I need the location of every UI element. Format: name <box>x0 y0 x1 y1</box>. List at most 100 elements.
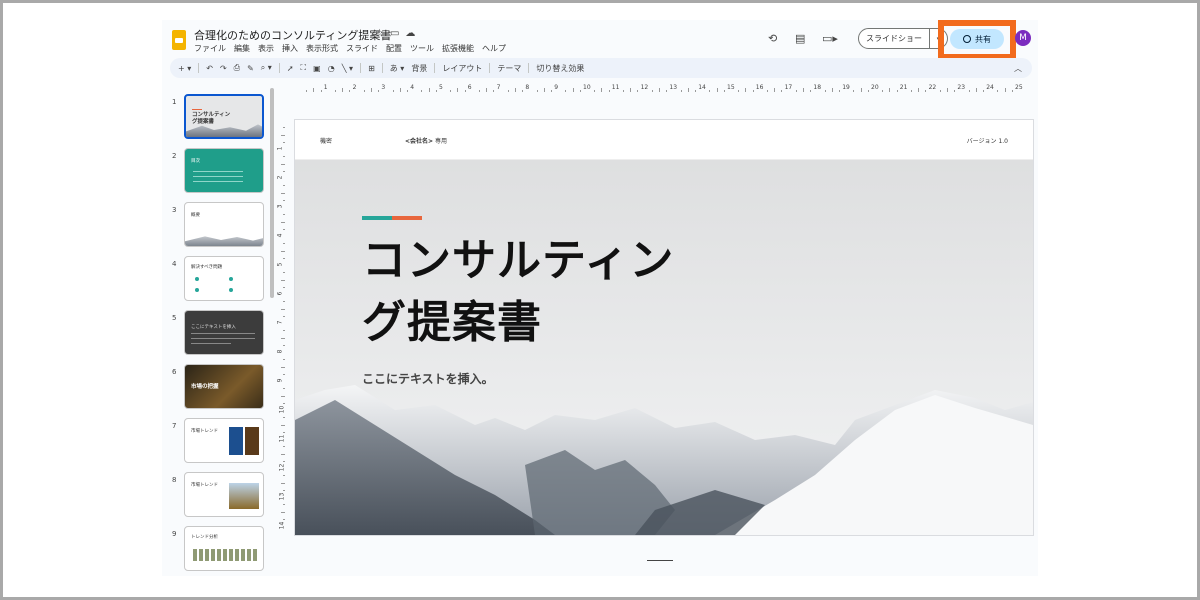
menu-tools[interactable]: ツール <box>410 43 434 54</box>
thumb-preview[interactable]: 目次 <box>184 148 264 193</box>
mountain-image[interactable] <box>295 380 1033 535</box>
thumb-image <box>229 483 259 509</box>
thumb-preview[interactable]: 概要 <box>184 202 264 247</box>
ruler-tick <box>651 90 653 92</box>
shape-icon[interactable]: ◔ <box>328 64 335 73</box>
slideshow-button[interactable]: スライドショー <box>858 28 930 49</box>
ruler-h-label: 15 <box>727 84 735 91</box>
line-icon[interactable]: ╲ ▾ <box>342 64 353 73</box>
ruler-v-label: 4 <box>276 233 284 238</box>
slide-thumbnail-3[interactable]: 3 概要 <box>162 202 272 250</box>
ruler-h-label: 6 <box>467 84 472 91</box>
ruler-tick <box>1004 88 1006 92</box>
ruler-tick <box>925 90 927 92</box>
ruler-tick <box>839 90 840 92</box>
document-title[interactable]: 合理化のためのコンソルティング提案書 <box>194 27 391 43</box>
menu-view[interactable]: 表示 <box>258 43 274 54</box>
slide-title-line-1: コンサルティン <box>362 235 675 286</box>
thumb-preview[interactable]: 市場の把握 <box>184 364 264 409</box>
folder-icon[interactable]: ▭ <box>390 28 399 39</box>
accent-bar <box>362 216 422 220</box>
comment-add-icon[interactable]: ⊞ <box>368 64 375 73</box>
speaker-notes-handle[interactable] <box>647 560 673 561</box>
layout-button[interactable]: レイアウト <box>442 63 482 74</box>
slide-canvas[interactable]: 機密 <会社名> 専用 バージョン 1.0 コンサルティン グ提案書 ここにテキ… <box>295 120 1033 535</box>
thumb-preview[interactable]: 市場トレンド <box>184 418 264 463</box>
redo-icon[interactable]: ↷ <box>220 64 227 73</box>
confidential-label[interactable]: 機密 <box>320 136 332 145</box>
ruler-tick <box>399 88 401 92</box>
ruler-tick <box>283 156 285 158</box>
slide-thumbnail-8[interactable]: 8 市場トレンド <box>162 472 272 520</box>
slide-title[interactable]: コンサルティン グ提案書 <box>362 230 762 354</box>
ruler-v-label: 13 <box>278 492 286 501</box>
horizontal-ruler[interactable]: 1 2 3 4 5 6 7 8 9 10 11 12 13 14 15 16 17 18 19 20 21 22 23 24 2… <box>286 83 1032 93</box>
ruler-tick <box>623 90 624 92</box>
ruler-h-label: 12 <box>640 84 649 91</box>
slide-thumbnail-1[interactable]: 1 コンサルティング提案書 <box>162 94 272 142</box>
background-button[interactable]: 背景 <box>411 63 427 74</box>
slides-logo-icon[interactable] <box>172 30 186 50</box>
share-label: 共有 <box>975 34 991 44</box>
ruler-h-label: 7 <box>496 84 501 91</box>
thumb-number: 6 <box>172 368 177 376</box>
slide-thumbnail-2[interactable]: 2 目次 <box>162 148 272 196</box>
slide-thumbnail-9[interactable]: 9 トレンド分析 <box>162 526 272 574</box>
frame-select-icon[interactable]: ⛶ <box>301 63 307 73</box>
share-button[interactable]: 共有 <box>950 29 1004 49</box>
slide-thumbnail-5[interactable]: 5 ここにテキストを挿入 <box>162 310 272 358</box>
thumb-preview[interactable]: コンサルティング提案書 <box>184 94 264 139</box>
thumb-number: 1 <box>172 98 177 106</box>
collapse-menu-icon[interactable]: ︿ <box>1014 63 1022 74</box>
version-label[interactable]: バージョン 1.0 <box>967 136 1008 145</box>
thumb-preview[interactable]: ここにテキストを挿入 <box>184 310 264 355</box>
slide-thumbnail-7[interactable]: 7 市場トレンド <box>162 418 272 466</box>
video-call-icon[interactable]: ▭▸ <box>822 32 838 45</box>
new-slide-icon[interactable]: + ▾ <box>178 64 191 73</box>
image-icon[interactable]: ▣ <box>313 64 321 73</box>
undo-icon[interactable]: ↶ <box>206 64 213 73</box>
theme-button[interactable]: テーマ <box>497 63 521 74</box>
vertical-ruler[interactable]: 1 2 3 4 5 6 7 8 9 10 11 12 13 14 <box>276 120 286 540</box>
print-icon[interactable]: ⎙ <box>234 63 240 73</box>
ruler-tick <box>283 127 285 129</box>
menu-edit[interactable]: 編集 <box>234 43 250 54</box>
menu-extensions[interactable]: 拡張機能 <box>442 43 474 54</box>
history-icon[interactable]: ⟲ <box>768 32 777 45</box>
cloud-icon[interactable]: ☁ <box>405 28 415 39</box>
thumb-preview[interactable]: トレンド分析 <box>184 526 264 571</box>
ruler-tick <box>774 88 776 92</box>
company-label[interactable]: <会社名> 専用 <box>405 136 447 145</box>
slide-thumbnail-4[interactable]: 4 解決すべき問題 <box>162 256 272 304</box>
ruler-h-label: 22 <box>928 84 937 91</box>
menu-file[interactable]: ファイル <box>194 43 226 54</box>
transition-button[interactable]: 切り替え効果 <box>536 63 584 74</box>
thumb-title: 市場の把握 <box>191 384 219 390</box>
select-icon[interactable]: ➚ <box>287 64 294 73</box>
thumb-preview[interactable]: 解決すべき問題 <box>184 256 264 301</box>
thumb-image <box>245 427 259 455</box>
input-tools-button[interactable]: あ ▾ <box>390 63 405 74</box>
ruler-h-label: 14 <box>698 84 706 91</box>
menu-slide[interactable]: スライド <box>346 43 378 54</box>
thumb-title: トレンド分析 <box>191 535 218 540</box>
menu-arrange[interactable]: 配置 <box>386 43 402 54</box>
ruler-tick <box>283 286 285 288</box>
menu-help[interactable]: ヘルプ <box>482 43 506 54</box>
star-icon[interactable]: ☆ <box>375 28 384 39</box>
accent-orange <box>392 216 422 220</box>
slide-thumbnail-6[interactable]: 6 市場の把握 <box>162 364 272 412</box>
thumb-line <box>193 181 243 182</box>
thumb-preview[interactable]: 市場トレンド <box>184 472 264 517</box>
menu-insert[interactable]: 挿入 <box>282 43 298 54</box>
thumb-bullet <box>229 277 233 281</box>
avatar[interactable]: M <box>1015 30 1031 46</box>
menu-format[interactable]: 表示形式 <box>306 43 338 54</box>
zoom-icon[interactable]: ⌕ ▾ <box>261 63 272 73</box>
comment-icon[interactable]: ▤ <box>795 32 805 45</box>
paint-format-icon[interactable]: ✎ <box>247 64 254 73</box>
thumb-bullet <box>229 288 233 292</box>
ruler-tick <box>283 185 285 187</box>
ruler-h-label: 10 <box>583 84 591 91</box>
title-icons: ☆ ▭ ☁ <box>375 28 415 39</box>
